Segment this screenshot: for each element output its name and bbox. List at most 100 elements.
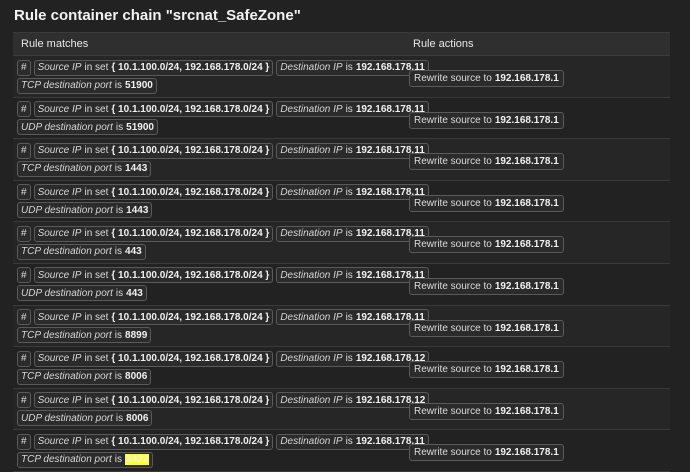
label-text: is <box>115 204 124 216</box>
rule-matches: # Source IP in set{ 10.1.100.0/24, 192.16… <box>17 184 429 220</box>
destination-ip-match: Destination IP is 192.168.178.12 <box>276 350 430 367</box>
port-match: TCP destination port is 8899 <box>17 327 152 344</box>
hash-badge: # <box>17 433 31 450</box>
label-text: in set <box>84 269 109 281</box>
rewrite-ip-value: 192.168.178.1 <box>494 322 559 334</box>
label-text: in set <box>84 186 109 198</box>
label-text: is <box>345 311 353 323</box>
set-value: { 10.1.100.0/24, 192.168.178.0/24 } <box>111 353 270 365</box>
hash-badge: # <box>17 392 31 409</box>
label-text: in set <box>84 394 109 406</box>
rule-action: Rewrite source to 192.168.178.1 <box>409 401 564 420</box>
hash-badge: # <box>17 350 31 367</box>
label-text: Rewrite source to <box>414 156 492 168</box>
rule-action: Rewrite source to 192.168.178.1 <box>409 193 564 212</box>
rewrite-ip-value: 192.168.178.1 <box>494 114 559 126</box>
rule-action: Rewrite source to 192.168.178.1 <box>409 359 564 379</box>
port-match: UDP destination port is 51900 <box>17 119 158 136</box>
label-text: Source IP <box>37 436 82 448</box>
label-text: # <box>21 228 27 240</box>
rule-action: Rewrite source to 192.168.178.1 <box>409 151 564 171</box>
label-text: Destination IP <box>280 62 343 73</box>
rule-action: Rewrite source to 192.168.178.1 <box>409 110 564 129</box>
label-text: is <box>114 454 123 466</box>
destination-ip-match: Destination IP is 192.168.178.11 <box>276 59 429 76</box>
label-text: is <box>345 353 353 365</box>
label-text: # <box>21 394 27 406</box>
label-text: is <box>345 62 353 73</box>
port-label-value: UDP destination port <box>21 412 113 424</box>
source-ip-match: Source IP in set{ 10.1.100.0/24, 192.168.… <box>33 101 274 118</box>
rewrite-source-action: Rewrite source to 192.168.178.1 <box>409 153 564 171</box>
port-label-value: TCP destination port <box>21 371 112 383</box>
label-text: in set <box>84 436 109 448</box>
rule-action: Rewrite source to 192.168.178.1 <box>409 442 564 462</box>
label-text: in set <box>84 311 109 323</box>
hash-badge: # <box>17 101 31 118</box>
label-text: is <box>345 186 353 198</box>
label-text: Rewrite source to <box>414 239 492 251</box>
source-ip-match: Source IP in set{ 10.1.100.0/24, 192.168.… <box>33 309 274 326</box>
rewrite-ip-value: 192.168.178.1 <box>494 239 559 251</box>
table-row-6: # Source IP in set{ 10.1.100.0/24, 192.16… <box>13 263 670 306</box>
port-value: 51900 <box>126 121 154 133</box>
port-value: 3422 <box>125 454 150 466</box>
rewrite-ip-value: 192.168.178.1 <box>494 73 559 84</box>
port-match: TCP destination port is 51900 <box>17 77 157 94</box>
label-text: is <box>114 246 123 258</box>
label-text: Source IP <box>37 228 82 240</box>
label-text: Destination IP <box>280 103 343 115</box>
source-ip-match: Source IP in set{ 10.1.100.0/24, 192.168.… <box>33 142 274 159</box>
label-text: Source IP <box>37 353 82 365</box>
rule-matches: # Source IP in set{ 10.1.100.0/24, 192.16… <box>17 350 430 386</box>
label-text: Destination IP <box>280 145 343 157</box>
column-header-matches: Rule matches <box>21 38 89 50</box>
label-text: in set <box>84 103 109 115</box>
source-ip-match: Source IP in set{ 10.1.100.0/24, 192.168.… <box>33 225 274 242</box>
port-match: UDP destination port is 1443 <box>17 202 153 219</box>
port-label-value: UDP destination port <box>21 287 113 299</box>
rewrite-source-action: Rewrite source to 192.168.178.1 <box>409 319 564 337</box>
port-value: 8006 <box>126 412 149 424</box>
port-match: TCP destination port is 1443 <box>17 160 152 177</box>
rewrite-source-action: Rewrite source to 192.168.178.1 <box>409 444 564 462</box>
port-match: TCP destination port is 8006 <box>17 368 152 385</box>
destination-ip-match: Destination IP is 192.168.178.11 <box>276 267 429 284</box>
label-text: is <box>345 269 353 281</box>
rewrite-ip-value: 192.168.178.1 <box>494 197 559 209</box>
rule-matches: # Source IP in set{ 10.1.100.0/24, 192.16… <box>17 101 429 137</box>
port-value: 8899 <box>125 329 148 341</box>
table-row-4: # Source IP in set{ 10.1.100.0/24, 192.16… <box>13 180 670 223</box>
label-text: Source IP <box>37 62 82 73</box>
table-row-2: # Source IP in set{ 10.1.100.0/24, 192.16… <box>13 97 670 140</box>
label-text: # <box>21 269 27 281</box>
rule-action: Rewrite source to 192.168.178.1 <box>409 276 564 295</box>
label-text: # <box>21 436 27 448</box>
label-text: Rewrite source to <box>414 364 492 376</box>
label-text: is <box>115 412 124 424</box>
source-ip-match: Source IP in set{ 10.1.100.0/24, 192.168.… <box>33 392 274 409</box>
label-text: Rewrite source to <box>414 280 492 292</box>
label-text: Destination IP <box>280 269 343 281</box>
set-value: { 10.1.100.0/24, 192.168.178.0/24 } <box>111 436 270 448</box>
source-ip-match: Source IP in set{ 10.1.100.0/24, 192.168.… <box>33 350 274 367</box>
label-text: Source IP <box>37 145 82 157</box>
port-value: 1443 <box>126 204 149 216</box>
table-row-7: # Source IP in set{ 10.1.100.0/24, 192.16… <box>13 305 670 348</box>
label-text: # <box>21 311 27 323</box>
rule-matches: # Source IP in set{ 10.1.100.0/24, 192.16… <box>17 225 429 261</box>
rule-action: Rewrite source to 192.168.178.1 <box>409 234 564 254</box>
port-match: TCP destination port is 443 <box>17 243 146 260</box>
rewrite-source-action: Rewrite source to 192.168.178.1 <box>409 70 564 87</box>
table-header: Rule matches Rule actions <box>13 33 670 56</box>
rule-matches: # Source IP in set{ 10.1.100.0/24, 192.16… <box>17 142 429 178</box>
label-text: is <box>114 329 123 341</box>
rewrite-source-action: Rewrite source to 192.168.178.1 <box>409 402 564 420</box>
hash-badge: # <box>17 309 31 326</box>
label-text: Rewrite source to <box>414 447 492 459</box>
label-text: # <box>21 145 27 157</box>
source-ip-match: Source IP in set{ 10.1.100.0/24, 192.168.… <box>33 433 274 450</box>
rules-body: # Source IP in set{ 10.1.100.0/24, 192.16… <box>13 56 670 472</box>
label-text: in set <box>84 353 109 365</box>
port-label-value: TCP destination port <box>21 246 112 258</box>
